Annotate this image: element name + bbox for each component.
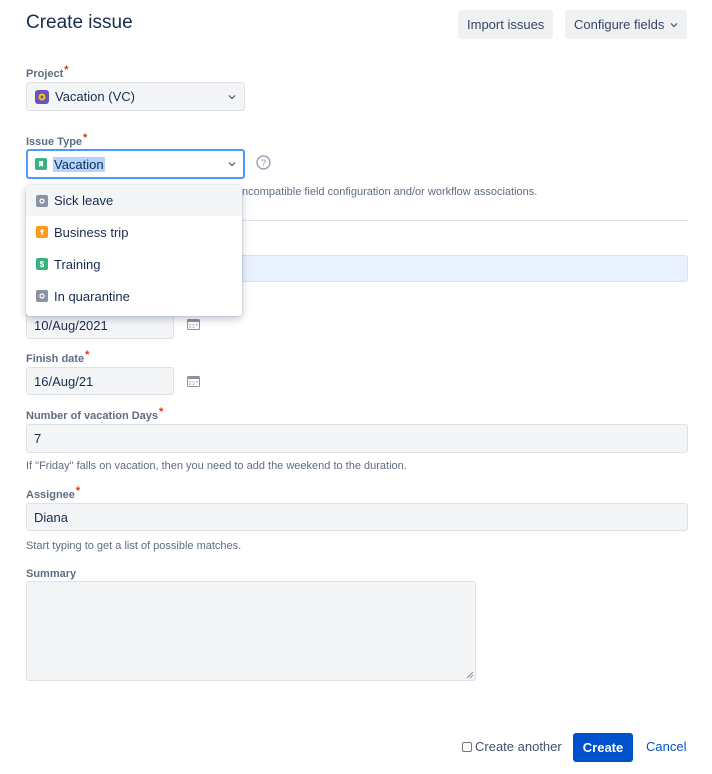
sick-leave-icon — [36, 194, 48, 207]
issue-type-warning: ncompatible field configuration and/or w… — [242, 186, 538, 198]
dropdown-item-sick-leave[interactable]: Sick leave — [26, 185, 242, 216]
cancel-link[interactable]: Cancel — [646, 739, 686, 754]
in-quarantine-icon — [36, 290, 48, 302]
vacation-days-label: Number of vacation Days* — [26, 406, 164, 422]
chevron-down-icon — [228, 94, 236, 99]
assignee-value: Diana — [34, 509, 68, 525]
create-another-checkbox[interactable] — [462, 741, 472, 752]
chevron-down-icon — [670, 22, 678, 27]
assignee-help: Start typing to get a list of possible m… — [26, 540, 242, 552]
issue-type-value[interactable]: Vacation — [53, 156, 105, 172]
business-trip-icon — [36, 226, 48, 238]
create-button[interactable]: Create — [573, 733, 633, 762]
summary-label: Summary — [26, 568, 77, 580]
finish-date-value: 16/Aug/21 — [34, 373, 94, 389]
training-icon: $ — [36, 258, 48, 270]
vacation-days-help: If "Friday" falls on vacation, then you … — [26, 460, 407, 472]
vacation-type-icon — [35, 158, 47, 170]
page-title: Create issue — [26, 12, 133, 33]
project-value: Vacation (VC) — [55, 89, 135, 104]
start-date-value: 10/Aug/2021 — [34, 317, 108, 333]
finish-date-label: Finish date* — [26, 349, 90, 365]
import-issues-label: Import issues — [467, 17, 545, 32]
chevron-down-icon — [228, 162, 236, 167]
vacation-days-field[interactable]: 7 — [26, 424, 688, 453]
summary-textarea[interactable] — [26, 581, 476, 681]
issue-type-select[interactable]: Vacation — [26, 149, 245, 179]
dropdown-item-training[interactable]: $ Training — [26, 248, 242, 280]
calendar-icon[interactable] — [187, 318, 200, 330]
svg-text:?: ? — [261, 158, 266, 168]
create-another-control[interactable]: Create another — [462, 739, 562, 754]
resize-handle-icon[interactable] — [466, 671, 474, 679]
configure-fields-label: Configure fields — [574, 17, 665, 32]
finish-date-field[interactable]: 16/Aug/21 — [26, 367, 174, 395]
project-select[interactable]: Vacation (VC) — [26, 82, 245, 111]
svg-text:$: $ — [40, 260, 45, 268]
project-avatar-icon — [35, 89, 49, 104]
dropdown-item-label: Sick leave — [54, 193, 114, 208]
project-label: Project* — [26, 64, 69, 80]
issue-type-label: Issue Type* — [26, 132, 88, 148]
assignee-field[interactable]: Diana — [26, 503, 688, 531]
import-issues-button[interactable]: Import issues — [458, 10, 554, 39]
dropdown-item-business-trip[interactable]: Business trip — [26, 216, 242, 248]
dropdown-item-in-quarantine[interactable]: In quarantine — [26, 280, 242, 312]
vacation-days-value: 7 — [34, 431, 42, 446]
help-icon[interactable]: ? — [256, 155, 271, 170]
dropdown-item-label: Business trip — [54, 224, 129, 240]
assignee-label: Assignee* — [26, 485, 81, 501]
dropdown-item-label: In quarantine — [54, 288, 130, 304]
issue-type-dropdown: Sick leave Business trip $ Training In q… — [26, 185, 242, 316]
dropdown-item-label: Training — [54, 256, 101, 272]
configure-fields-button[interactable]: Configure fields — [565, 10, 688, 39]
create-another-label: Create another — [475, 739, 562, 754]
calendar-icon[interactable] — [187, 375, 200, 387]
